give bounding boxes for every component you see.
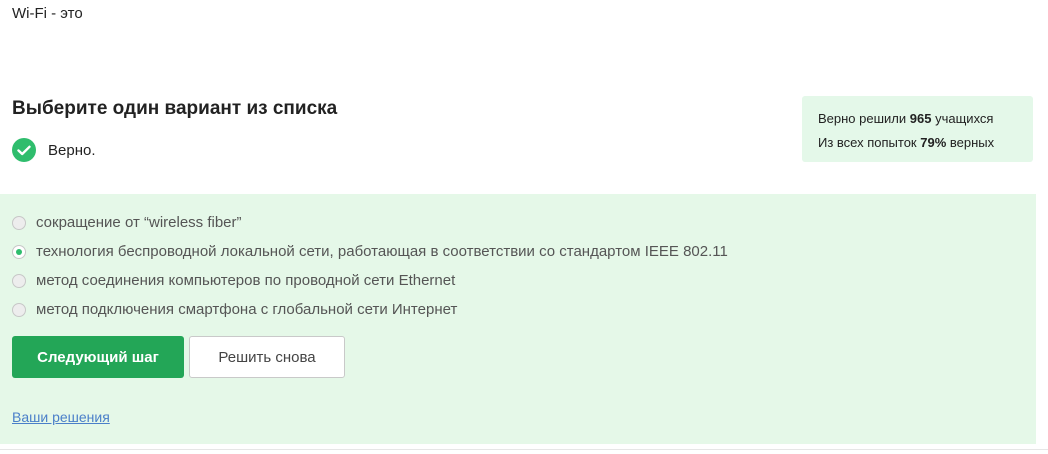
option-item[interactable]: технология беспроводной локальной сети, … — [12, 237, 728, 266]
radio-button[interactable] — [12, 302, 26, 317]
option-label[interactable]: метод подключения смартфона с глобальной… — [36, 301, 457, 318]
stats-percent-prefix: Из всех попыток — [818, 135, 917, 150]
stats-solved-suffix: учащихся — [935, 111, 994, 126]
option-item[interactable]: сокращение от “wireless fiber” — [12, 208, 728, 237]
check-icon — [12, 138, 36, 162]
option-label[interactable]: метод соединения компьютеров по проводно… — [36, 272, 455, 289]
answer-panel: сокращение от “wireless fiber” технологи… — [0, 194, 1036, 444]
stats-solved-prefix: Верно решили — [818, 111, 907, 126]
your-solutions-link[interactable]: Ваши решения — [12, 409, 110, 425]
stats-solved-count: 965 — [909, 111, 932, 126]
radio-button-selected[interactable] — [12, 244, 26, 259]
stats-percent-suffix: верных — [949, 135, 995, 150]
option-label[interactable]: технология беспроводной локальной сети, … — [36, 243, 728, 260]
result-status: Верно. — [12, 138, 95, 162]
stats-percent-line: Из всех попыток 79% верных — [818, 131, 1033, 155]
stats-correct-percent: 79% — [920, 135, 947, 150]
next-step-button[interactable]: Следующий шаг — [12, 336, 184, 378]
instruction-heading: Выберите один вариант из списка — [12, 98, 338, 119]
stats-solved-line: Верно решили 965 учащихся — [818, 107, 1033, 131]
option-label[interactable]: сокращение от “wireless fiber” — [36, 214, 242, 231]
radio-button[interactable] — [12, 273, 26, 288]
stats-box: Верно решили 965 учащихся Из всех попыто… — [802, 96, 1033, 162]
retry-button[interactable]: Решить снова — [189, 336, 345, 378]
question-text: Wi-Fi - это — [12, 5, 83, 22]
bottom-divider — [0, 449, 1048, 450]
option-item[interactable]: метод соединения компьютеров по проводно… — [12, 266, 728, 295]
radio-button[interactable] — [12, 215, 26, 230]
options-list: сокращение от “wireless fiber” технологи… — [12, 208, 728, 324]
result-text: Верно. — [48, 141, 96, 159]
option-item[interactable]: метод подключения смартфона с глобальной… — [12, 295, 728, 324]
step-page: Wi-Fi - это Выберите один вариант из спи… — [0, 0, 1048, 454]
